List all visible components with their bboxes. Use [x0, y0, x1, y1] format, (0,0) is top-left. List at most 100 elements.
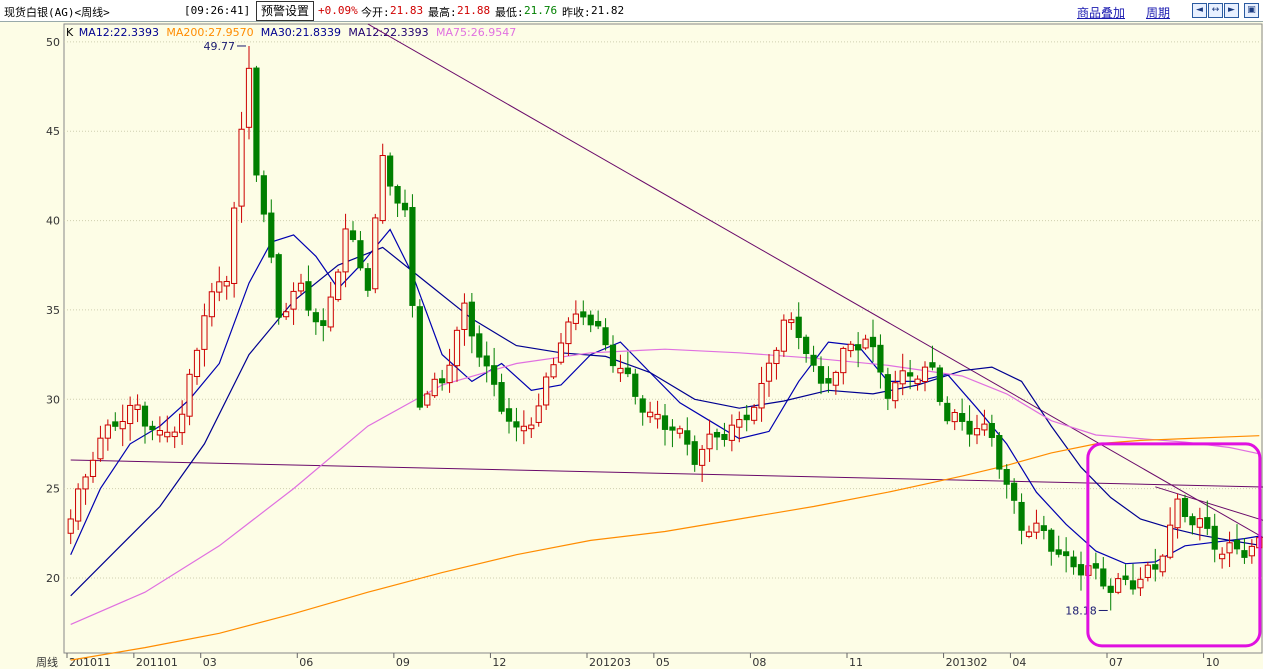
candle-body: [1137, 578, 1144, 589]
candle-body: [179, 413, 186, 434]
candle-body: [602, 327, 609, 346]
candle-body: [565, 321, 572, 345]
plot-area[interactable]: [63, 23, 1263, 654]
y-tick-label: 45: [46, 125, 60, 138]
candle-body: [149, 425, 156, 431]
candle-body: [1077, 564, 1085, 576]
candle-body: [1189, 516, 1196, 526]
candle-body: [1204, 517, 1211, 529]
candle-body: [788, 319, 795, 324]
candle-body: [587, 314, 594, 326]
candle-body: [461, 302, 468, 330]
alert-settings-button[interactable]: 预警设置: [256, 1, 315, 21]
candle-body: [372, 217, 379, 290]
candle-body: [840, 347, 847, 374]
candle-body: [231, 207, 238, 284]
candle-body: [921, 366, 929, 383]
period-link[interactable]: 周期: [1146, 4, 1170, 21]
candle-body: [401, 202, 409, 211]
candle-body: [617, 367, 624, 374]
candle-body: [297, 282, 305, 292]
candle-body: [855, 344, 862, 351]
candle-body: [134, 404, 141, 410]
candle-body: [238, 128, 245, 207]
candle-body: [1211, 525, 1218, 550]
window-restore-icon[interactable]: ▣: [1244, 3, 1259, 18]
candle-body: [127, 404, 134, 425]
candle-body: [1092, 563, 1099, 569]
y-tick-label: 20: [46, 572, 60, 585]
candle-body: [439, 378, 446, 384]
candle-body: [208, 291, 215, 318]
candle-body: [156, 430, 163, 436]
candle-body: [929, 362, 936, 368]
candle-body: [691, 441, 698, 465]
candle-body: [1129, 580, 1137, 590]
candle-body: [379, 155, 386, 222]
candle-body: [97, 437, 104, 460]
candle-body: [171, 431, 178, 438]
arrow-left-icon[interactable]: ◄: [1192, 3, 1207, 18]
overlay-commodity-link[interactable]: 商品叠加: [1077, 4, 1125, 21]
candle-body: [721, 433, 728, 441]
arrow-right-icon[interactable]: ►: [1224, 3, 1239, 18]
candle-body: [595, 320, 602, 327]
candle-body: [141, 405, 149, 427]
x-tick-label: 05: [656, 656, 670, 669]
x-tick-label: 09: [396, 656, 410, 669]
weekly-candlestick-chart[interactable]: 20 25 30 35 40 45 50 周线 201011 201101 03 06 09 12 2012…: [0, 22, 1263, 669]
candle-body: [751, 406, 758, 421]
x-tick-label: 06: [299, 656, 313, 669]
candle-body: [543, 376, 550, 406]
candle-body: [765, 362, 773, 382]
candle-body: [409, 207, 416, 306]
low-value: 21.76: [524, 4, 558, 17]
candle-body: [431, 378, 438, 397]
y-tick-label: 30: [46, 393, 60, 406]
candle-body: [216, 281, 223, 293]
x-tick-label: 12: [492, 656, 506, 669]
candle-body: [557, 342, 565, 363]
change-percent: +0.09%: [318, 4, 358, 17]
candle-body: [892, 382, 899, 402]
candle-body: [1070, 556, 1077, 568]
candle-body: [550, 364, 557, 378]
candle-body: [966, 420, 973, 435]
candle-body: [342, 228, 349, 273]
x-tick-label: 201101: [136, 656, 178, 669]
candle-body: [1241, 550, 1248, 558]
low-label: 最低:: [495, 6, 524, 19]
candle-body: [119, 420, 126, 430]
candle-body: [825, 378, 832, 384]
prev-close-value: 21.82: [591, 4, 625, 17]
candle-body: [951, 412, 958, 423]
candle-body: [736, 419, 743, 428]
candle-body: [706, 433, 713, 450]
candle-body: [817, 366, 825, 384]
candle-body: [394, 186, 401, 204]
candle-body: [89, 459, 97, 477]
quote-time: [09:26:41]: [184, 4, 251, 17]
legend-entry: MA12:22.3393: [348, 26, 428, 39]
candle-body: [1063, 551, 1070, 557]
candle-body: [335, 271, 342, 301]
candle-body: [1033, 522, 1040, 533]
candle-body: [988, 422, 995, 438]
price-annotation: 49.77: [204, 40, 236, 53]
arrows-horizontal-icon[interactable]: ↔: [1208, 3, 1223, 18]
candle-body: [327, 296, 334, 328]
candle-body: [1018, 501, 1025, 531]
x-tick-label: 04: [1012, 656, 1026, 669]
legend-entry: MA12:22.3393: [79, 26, 159, 39]
candle-body: [357, 240, 364, 269]
x-tick-label: 10: [1206, 656, 1220, 669]
candle-body: [201, 315, 208, 350]
candle-body: [513, 421, 520, 428]
open-label: 今开:: [361, 6, 390, 19]
candle-body: [290, 290, 297, 310]
candle-body: [424, 393, 431, 406]
candle-body: [82, 476, 89, 490]
candle-body: [320, 320, 327, 327]
x-tick-label: 201302: [946, 656, 988, 669]
candle-body: [1167, 524, 1174, 558]
